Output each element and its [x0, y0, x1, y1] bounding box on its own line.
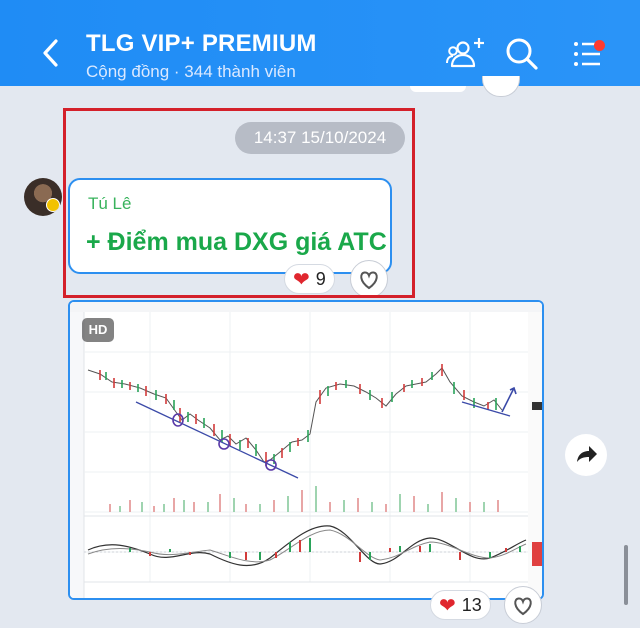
- hd-badge: HD: [82, 318, 114, 342]
- chat-header: TLG VIP+ PREMIUM Cộng đồng · 344 thành v…: [0, 0, 640, 86]
- image-reaction-summary[interactable]: ❤ 13: [430, 590, 491, 620]
- previous-message-edge: [410, 86, 466, 92]
- notification-dot: [594, 40, 605, 51]
- search-icon[interactable]: [502, 34, 542, 74]
- add-members-icon[interactable]: [446, 34, 486, 74]
- key-member-icon: [46, 198, 60, 212]
- sender-avatar[interactable]: [24, 178, 62, 216]
- previous-reaction-button[interactable]: [482, 76, 520, 97]
- heart-outline-icon: [514, 597, 532, 616]
- chart-image-message[interactable]: HD: [68, 300, 544, 600]
- chevron-left-icon[interactable]: [38, 36, 64, 70]
- group-member-count[interactable]: Cộng đồng · 344 thành viên: [86, 62, 296, 82]
- scrollbar[interactable]: [624, 545, 628, 605]
- group-title[interactable]: TLG VIP+ PREMIUM: [86, 30, 317, 58]
- highlight-frame: [63, 108, 415, 298]
- share-forward-icon: [577, 446, 597, 462]
- image-react-button[interactable]: [504, 586, 542, 624]
- image-reaction-count: 13: [461, 594, 482, 615]
- share-button[interactable]: [565, 434, 607, 476]
- heart-icon: ❤: [439, 594, 456, 617]
- stock-chart-image: [70, 302, 542, 598]
